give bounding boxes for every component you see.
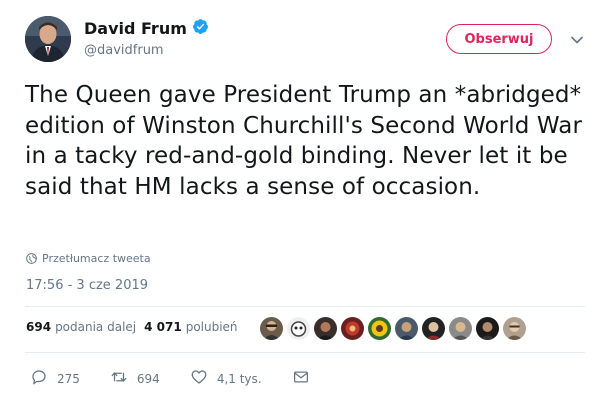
retweets-label[interactable]: podania dalej [55,320,136,334]
retweets-count[interactable]: 694 [26,320,51,334]
liker-avatar[interactable] [341,317,364,340]
translate-link[interactable]: Przetłumacz tweeta [26,249,151,268]
reply-icon [30,368,48,389]
liker-avatar[interactable] [287,317,310,340]
liker-avatars [260,317,526,340]
tweet-text: The Queen gave President Trump an *abrid… [25,82,583,200]
divider [25,306,585,307]
retweet-button[interactable]: 694 [110,368,160,389]
reply-button[interactable]: 275 [30,368,80,389]
liker-avatar[interactable] [503,317,526,340]
like-button[interactable]: 4,1 tys. [190,368,262,389]
author-handle[interactable]: @davidfrum [84,43,164,58]
author-name[interactable]: David Frum [84,19,187,38]
verified-badge-icon [192,18,209,39]
avatar[interactable] [25,16,71,62]
tweet-timestamp[interactable]: 17:56 - 3 cze 2019 [26,278,148,293]
likes-count[interactable]: 4 071 [144,320,182,334]
reply-count: 275 [57,371,80,386]
message-icon [292,368,310,389]
message-button[interactable] [292,368,310,389]
like-icon [190,368,208,389]
liker-avatar[interactable] [368,317,391,340]
liker-avatar[interactable] [260,317,283,340]
liker-avatar[interactable] [314,317,337,340]
liker-avatar[interactable] [422,317,445,340]
liker-avatar[interactable] [395,317,418,340]
tweet-stats: 694 podania dalej 4 071 polubień [26,320,246,334]
chevron-down-icon[interactable] [570,32,584,46]
follow-button[interactable]: Obserwuj [446,24,552,54]
liker-avatar[interactable] [476,317,499,340]
liker-avatar[interactable] [449,317,472,340]
divider [25,352,585,353]
retweet-icon [110,368,128,389]
tweet-actions: 275 694 4,1 tys. [30,368,340,389]
likes-label[interactable]: polubień [186,320,238,334]
like-count: 4,1 tys. [216,371,262,386]
retweet-count: 694 [136,371,160,386]
globe-icon [26,249,37,268]
translate-label[interactable]: Przetłumacz tweeta [42,252,151,265]
